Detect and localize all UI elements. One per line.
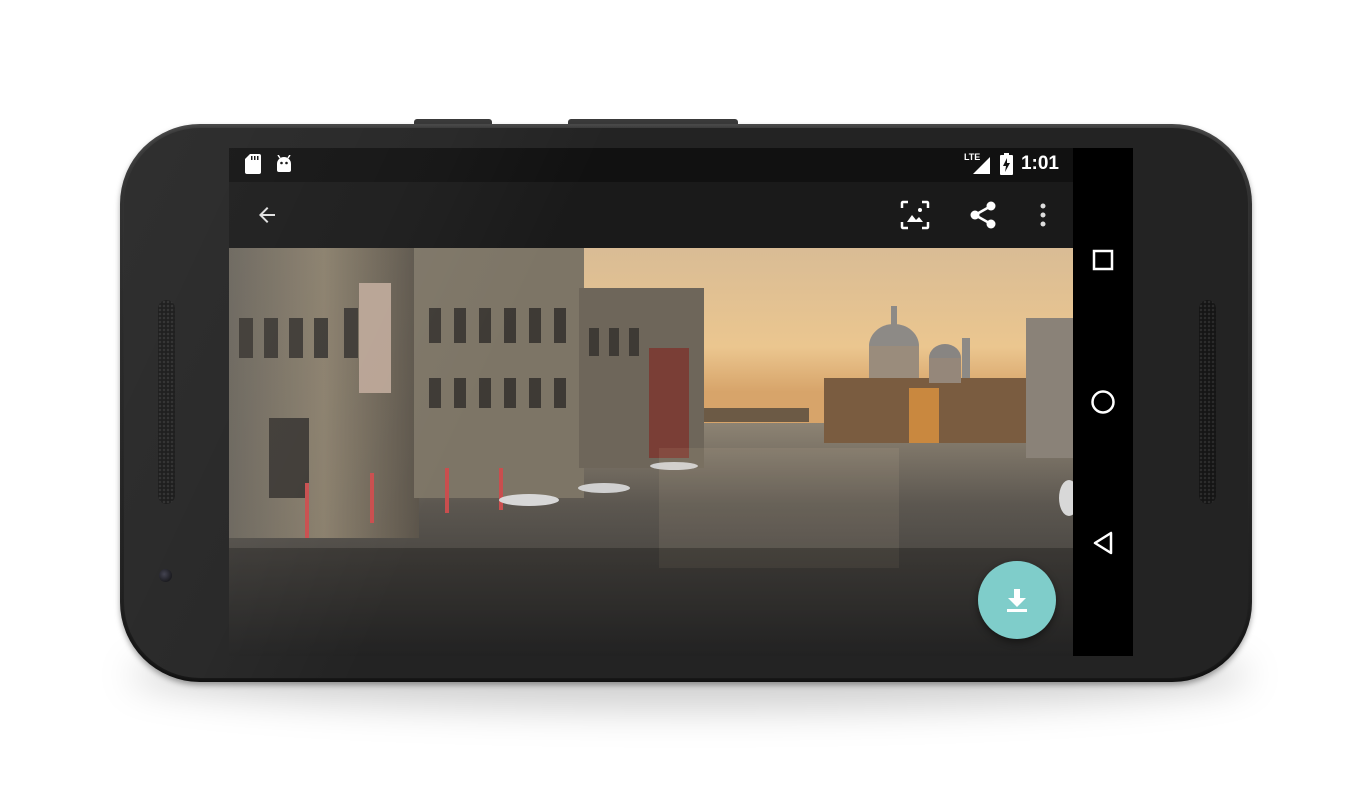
overflow-menu-button[interactable] — [1023, 195, 1063, 235]
android-debug-icon — [277, 155, 291, 172]
left-speaker-grille — [158, 300, 175, 504]
status-notification-icons — [245, 154, 293, 174]
status-bar: LTE 1:01 — [229, 148, 1073, 182]
recents-icon — [1092, 249, 1114, 271]
home-button[interactable] — [1083, 382, 1123, 422]
download-icon — [1007, 589, 1027, 612]
app-toolbar — [229, 182, 1073, 248]
back-arrow-icon — [259, 207, 275, 223]
landscape-photo — [229, 248, 1073, 656]
set-wallpaper-button[interactable] — [895, 195, 935, 235]
home-icon — [1091, 390, 1115, 414]
device-screen: LTE 1:01 — [229, 148, 1133, 656]
share-button[interactable] — [963, 195, 1003, 235]
system-navigation-bar — [1073, 148, 1133, 656]
more-vert-icon — [1040, 203, 1046, 227]
back-button[interactable] — [247, 195, 287, 235]
lte-signal-icon: LTE — [964, 152, 992, 175]
front-camera — [159, 569, 172, 582]
download-fab[interactable] — [978, 561, 1056, 639]
status-clock: 1:01 — [1020, 153, 1059, 174]
recents-button[interactable] — [1083, 240, 1123, 280]
right-speaker-grille — [1199, 300, 1216, 504]
set-wallpaper-icon — [900, 200, 930, 230]
sd-card-icon — [245, 154, 261, 174]
share-icon — [970, 201, 996, 229]
back-triangle-icon — [1093, 531, 1113, 555]
system-back-button[interactable] — [1083, 523, 1123, 563]
wallpaper-preview-image[interactable] — [229, 248, 1073, 656]
status-system-icons: LTE 1:01 — [964, 152, 1059, 175]
battery-charging-icon — [999, 153, 1013, 175]
